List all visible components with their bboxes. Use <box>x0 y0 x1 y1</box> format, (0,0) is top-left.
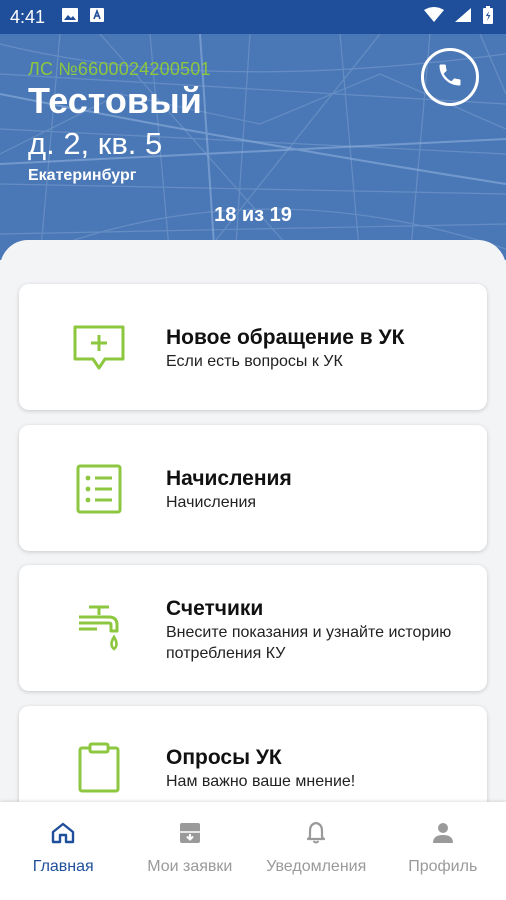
clipboard-icon <box>71 740 127 796</box>
nav-profile[interactable]: Профиль <box>380 802 506 900</box>
home-icon <box>51 820 75 846</box>
wifi-icon <box>424 6 444 28</box>
nav-notifications[interactable]: Уведомления <box>253 802 380 900</box>
account-number: ЛС №6600024200501 <box>28 59 211 79</box>
city: Екатеринбург <box>28 167 137 184</box>
phone-icon <box>436 61 464 94</box>
image-notification-icon <box>61 7 79 28</box>
app-notification-icon <box>89 7 105 28</box>
card-title: Новое обращение в УК <box>166 326 405 349</box>
main-content: Новое обращение в УК Если есть вопросы к… <box>0 240 506 832</box>
nav-my-requests[interactable]: Мои заявки <box>127 802 254 900</box>
card-charges[interactable]: Начисления Начисления <box>19 425 487 551</box>
resident-name: Тестовый <box>28 80 202 121</box>
card-subtitle: Если есть вопросы к УК <box>166 353 343 370</box>
nav-label: Уведомления <box>266 858 367 875</box>
battery-charging-icon <box>482 5 494 30</box>
card-subtitle: Начисления <box>166 494 257 511</box>
card-title: Начисления <box>166 467 292 490</box>
card-title: Счетчики <box>166 597 264 620</box>
list-icon <box>71 461 127 517</box>
bell-icon <box>306 820 326 846</box>
account-header: ЛС №6600024200501 Тестовый д. 2, кв. 5 Е… <box>0 34 506 260</box>
status-bar: 4:41 <box>0 0 506 34</box>
person-icon <box>432 820 454 846</box>
call-button[interactable] <box>421 48 479 106</box>
nav-label: Профиль <box>408 858 478 875</box>
nav-label: Главная <box>32 858 94 875</box>
message-plus-icon <box>71 320 127 376</box>
address: д. 2, кв. 5 <box>28 126 163 161</box>
signal-icon <box>454 7 472 28</box>
card-new-request[interactable]: Новое обращение в УК Если есть вопросы к… <box>19 284 487 410</box>
status-time: 4:41 <box>10 6 46 27</box>
card-subtitle: Внесите показания и узнайте историю потр… <box>166 624 452 662</box>
archive-icon <box>179 820 201 846</box>
card-title: Опросы УК <box>166 746 282 769</box>
card-subtitle: Нам важно ваше мнение! <box>166 773 356 790</box>
nav-label: Мои заявки <box>147 858 233 875</box>
card-meters[interactable]: Счетчики Внесите показания и узнайте ист… <box>19 565 487 691</box>
bottom-navigation: Главная Мои заявки Уведомления Профиль <box>0 802 506 900</box>
faucet-icon <box>71 601 127 657</box>
account-counter[interactable]: 18 из 19 <box>0 204 506 227</box>
nav-home[interactable]: Главная <box>0 802 127 900</box>
